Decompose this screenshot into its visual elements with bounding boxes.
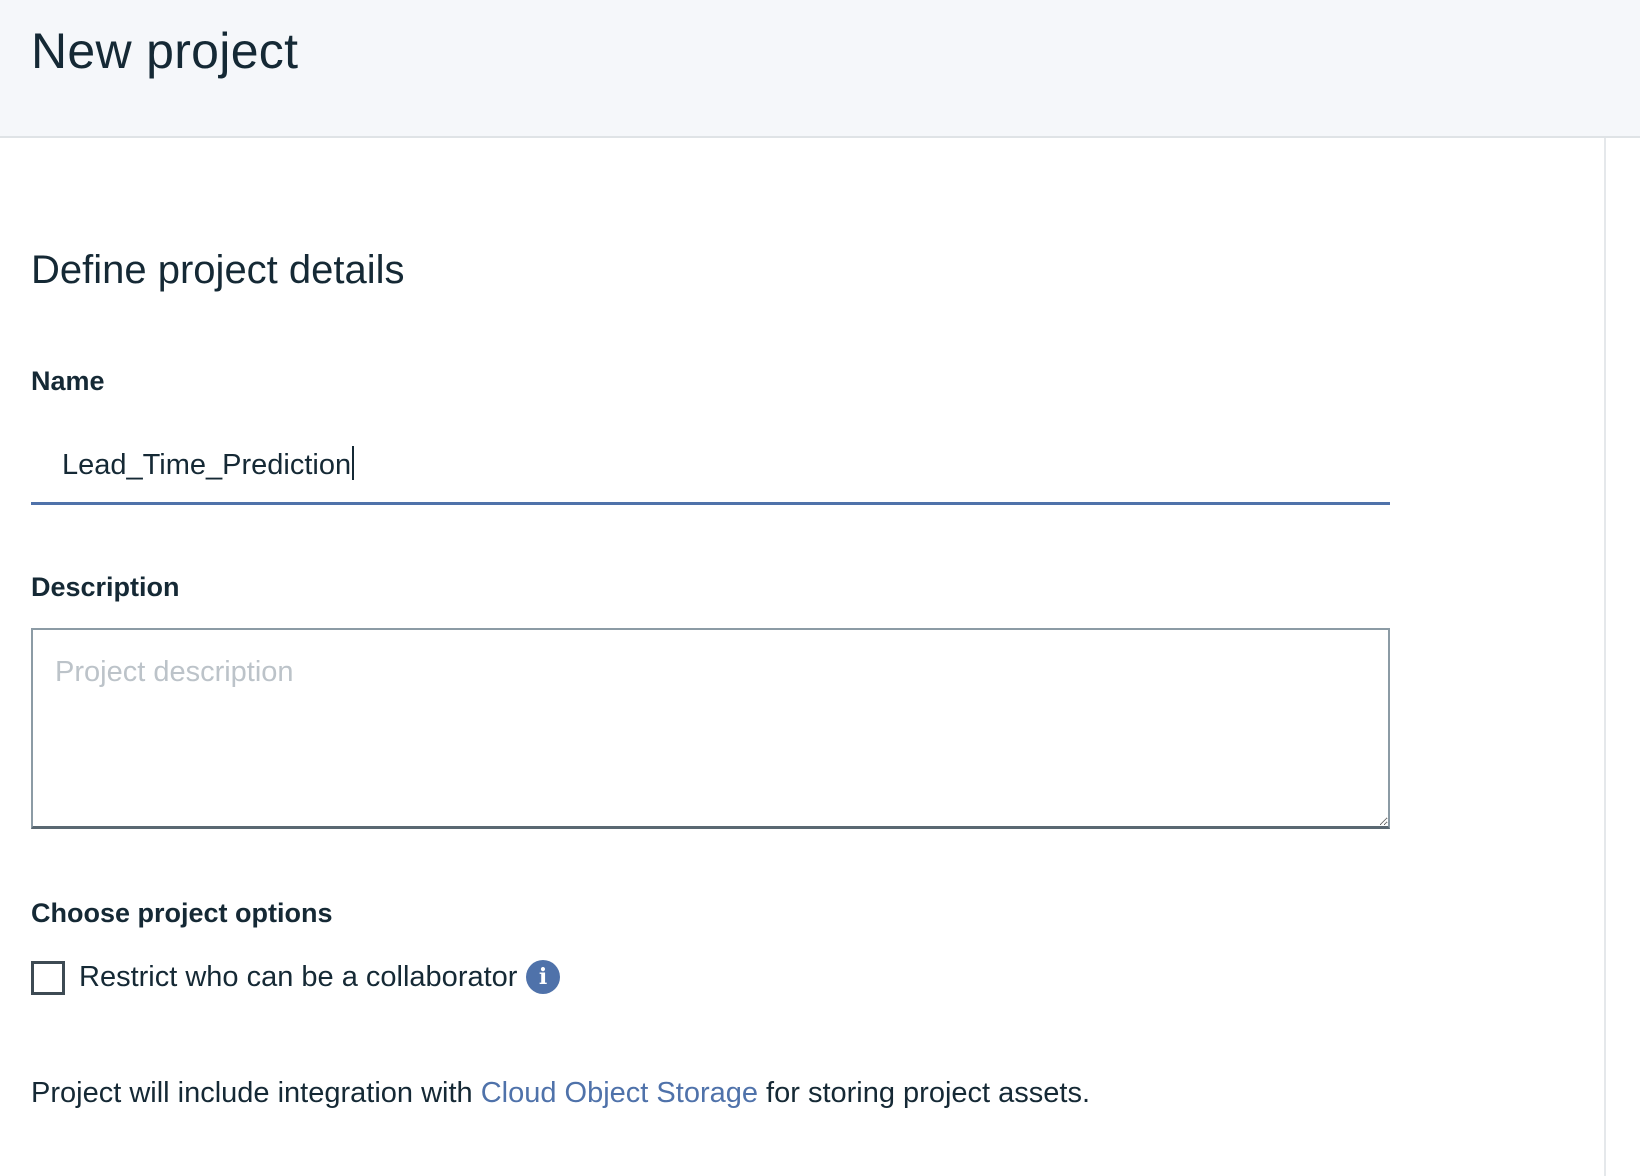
name-label: Name <box>31 366 105 396</box>
page-header: New project <box>0 0 1640 138</box>
panel-divider <box>1604 138 1606 1176</box>
restrict-collaborator-label[interactable]: Restrict who can be a collaborator <box>79 961 517 994</box>
project-options-label: Choose project options <box>31 898 333 928</box>
restrict-collaborator-checkbox[interactable] <box>31 961 65 995</box>
description-textarea[interactable] <box>31 628 1390 829</box>
page-title: New project <box>31 23 299 79</box>
description-label: Description <box>31 572 180 602</box>
info-icon[interactable]: i <box>526 960 560 994</box>
section-title: Define project details <box>31 248 405 292</box>
storage-note-prefix: Project will include integration with <box>31 1077 481 1109</box>
storage-note-suffix: for storing project assets. <box>758 1077 1091 1109</box>
name-input[interactable] <box>31 425 1390 505</box>
cloud-object-storage-link[interactable]: Cloud Object Storage <box>481 1077 758 1109</box>
storage-integration-note: Project will include integration with Cl… <box>31 1077 1090 1110</box>
